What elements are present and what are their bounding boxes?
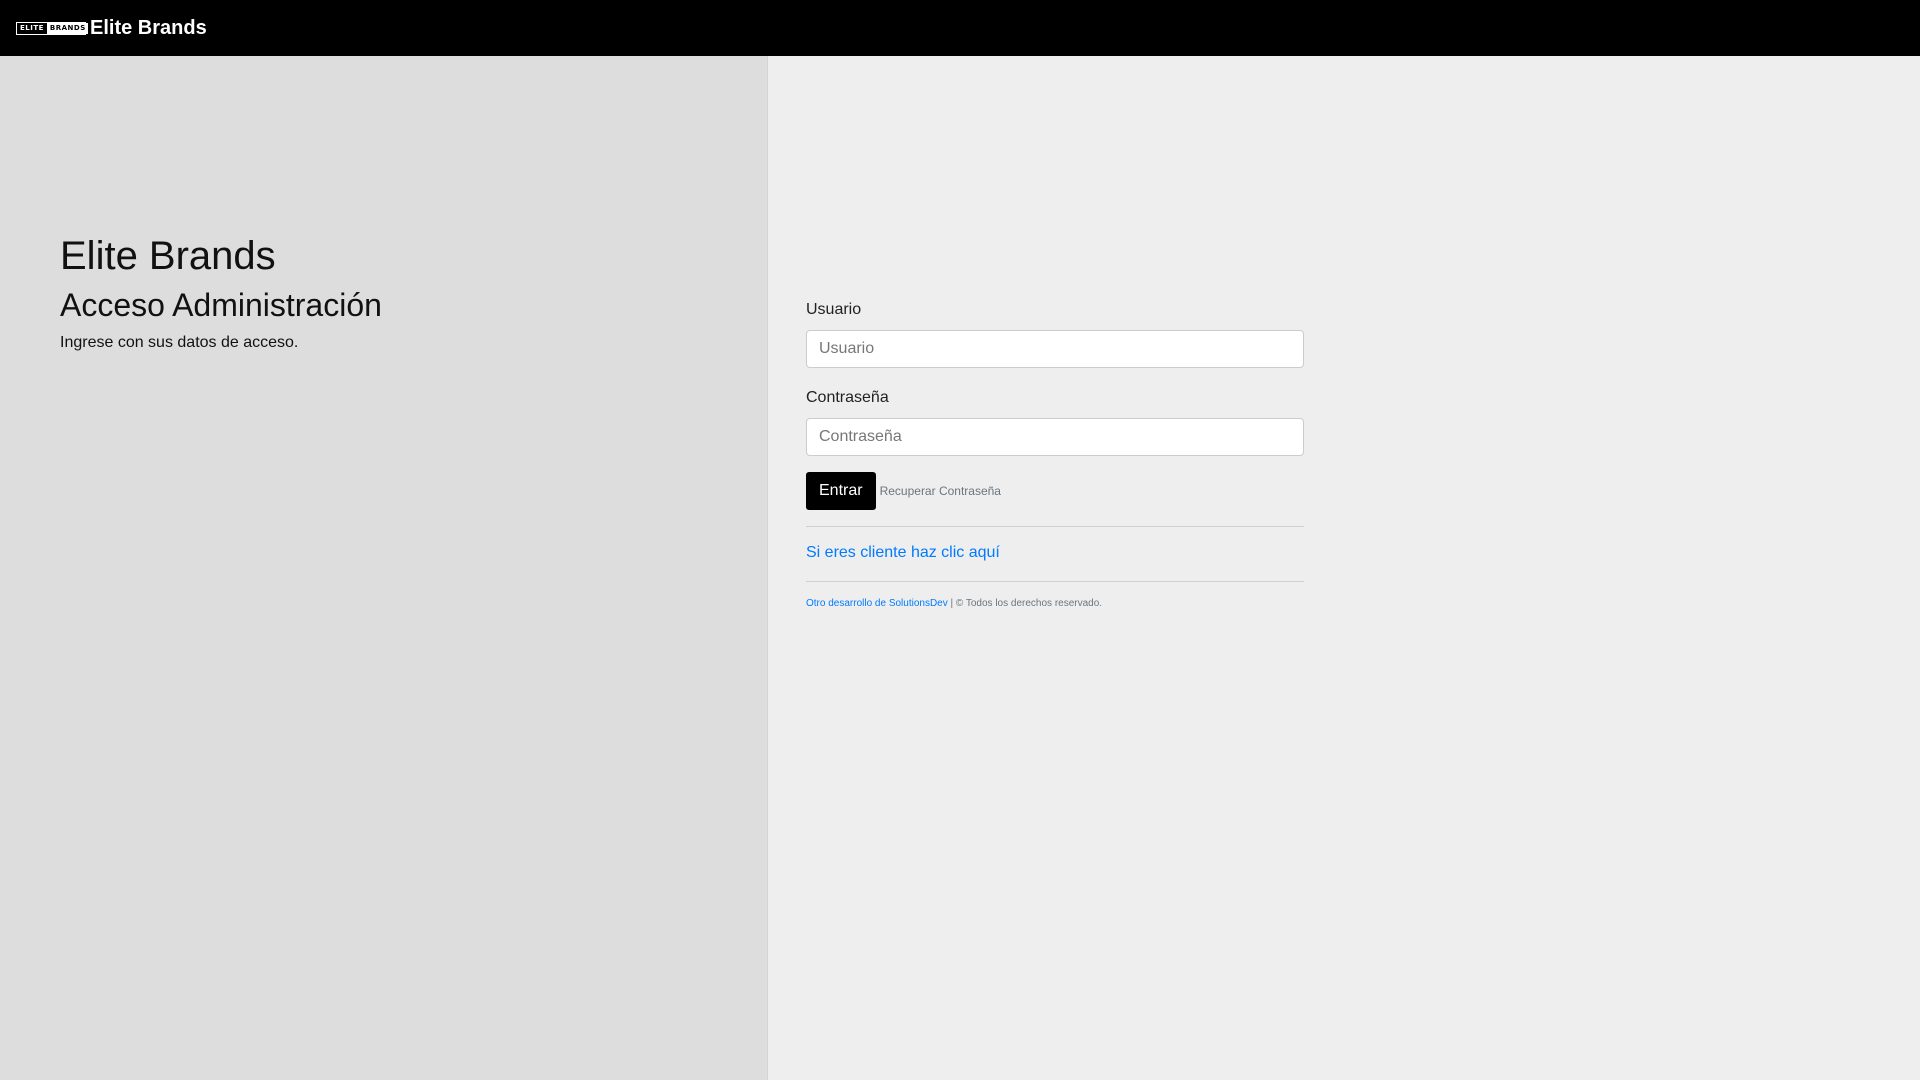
password-group: Contraseña bbox=[806, 386, 1304, 456]
logo-left-text: ELITE bbox=[17, 22, 48, 34]
client-access-link[interactable]: Si eres cliente haz clic aquí bbox=[806, 541, 1000, 565]
username-input[interactable] bbox=[806, 330, 1304, 368]
username-group: Usuario bbox=[806, 298, 1304, 368]
top-navbar: ELITE BRANDS Elite Brands bbox=[0, 0, 1920, 56]
recover-password-link[interactable]: Recuperar Contraseña bbox=[880, 484, 1001, 498]
username-label: Usuario bbox=[806, 301, 862, 318]
logo-right-text: BRANDS bbox=[47, 22, 88, 34]
login-form: Usuario Contraseña Entrar Recuperar Cont… bbox=[806, 298, 1304, 612]
footer-separator: | bbox=[947, 598, 956, 609]
password-input[interactable] bbox=[806, 418, 1304, 456]
copyright-text: © Todos los derechos reservado. bbox=[955, 598, 1103, 609]
hero-instructions: Ingrese con sus datos de acceso. bbox=[60, 334, 299, 351]
hero-title: Elite Brands bbox=[60, 234, 276, 278]
footer-credits: Otro desarrollo de SolutionsDev | © Todo… bbox=[806, 596, 1304, 612]
developer-link[interactable]: Otro desarrollo de SolutionsDev bbox=[806, 598, 948, 609]
divider-bottom bbox=[806, 581, 1304, 582]
form-actions: Entrar Recuperar Contraseña bbox=[806, 472, 1304, 510]
hero-content: Elite Brands Acceso Administración Ingre… bbox=[60, 232, 382, 355]
elite-brands-logo: ELITE BRANDS bbox=[16, 21, 88, 35]
submit-button[interactable]: Entrar bbox=[806, 472, 876, 510]
password-label: Contraseña bbox=[806, 389, 889, 406]
brand-home-link[interactable]: ELITE BRANDS Elite Brands bbox=[16, 17, 207, 40]
hero-subtitle: Acceso Administración bbox=[60, 287, 382, 323]
brand-name: Elite Brands bbox=[90, 16, 207, 39]
divider-top bbox=[806, 526, 1304, 527]
left-hero-panel: Elite Brands Acceso Administración Ingre… bbox=[0, 56, 768, 1080]
